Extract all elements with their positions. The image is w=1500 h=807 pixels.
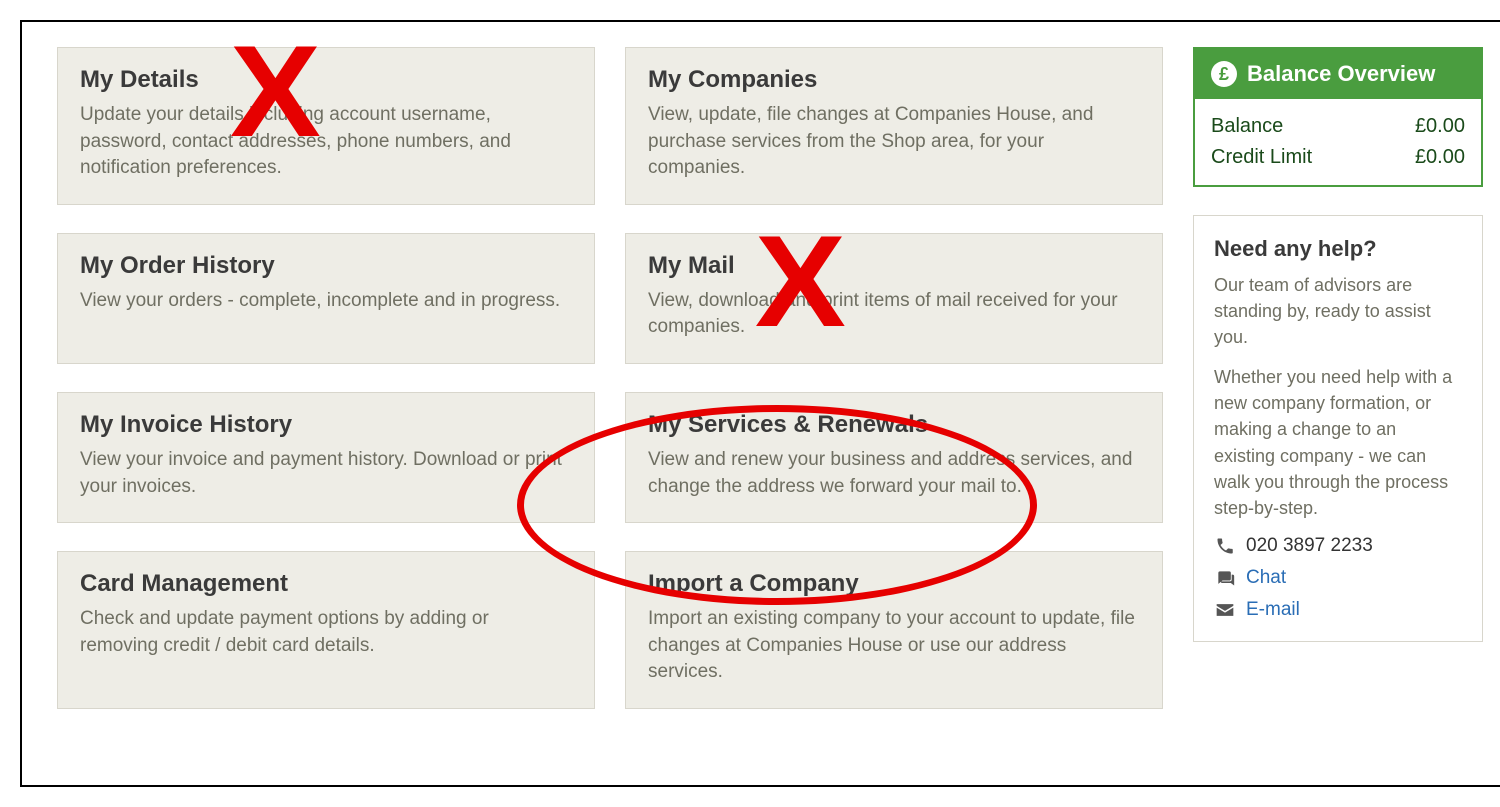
card-my-details[interactable]: My Details Update your details including… [57,47,595,205]
help-para: Our team of advisors are standing by, re… [1214,272,1462,350]
card-title: My Services & Renewals [648,411,1140,439]
card-my-services-renewals[interactable]: My Services & Renewals View and renew yo… [625,392,1163,523]
card-title: My Mail [648,252,1140,280]
card-desc: Check and update payment options by addi… [80,606,572,659]
balance-row: Credit Limit £0.00 [1211,142,1465,173]
phone-number: 020 3897 2233 [1246,535,1373,557]
phone-icon [1214,535,1236,557]
help-title: Need any help? [1214,236,1462,262]
balance-body: Balance £0.00 Credit Limit £0.00 [1195,99,1481,185]
card-desc: View your orders - complete, incomplete … [80,288,572,315]
main-layout: My Details Update your details including… [57,47,1483,709]
card-desc: View your invoice and payment history. D… [80,447,572,500]
card-desc: View, update, file changes at Companies … [648,102,1140,182]
help-email[interactable]: E-mail [1214,599,1462,621]
balance-overview-panel: £ Balance Overview Balance £0.00 Credit … [1193,47,1483,187]
card-title: Card Management [80,570,572,598]
card-title: My Companies [648,66,1140,94]
card-title: My Details [80,66,572,94]
balance-header: £ Balance Overview [1195,49,1481,99]
chat-icon [1214,567,1236,589]
sidebar: £ Balance Overview Balance £0.00 Credit … [1193,47,1483,709]
card-my-invoice-history[interactable]: My Invoice History View your invoice and… [57,392,595,523]
card-import-company[interactable]: Import a Company Import an existing comp… [625,551,1163,709]
card-title: Import a Company [648,570,1140,598]
card-desc: View, download and print items of mail r… [648,288,1140,341]
card-desc: View and renew your business and address… [648,447,1140,500]
credit-limit-label: Credit Limit [1211,146,1312,169]
card-my-order-history[interactable]: My Order History View your orders - comp… [57,233,595,364]
help-para: Whether you need help with a new company… [1214,364,1462,521]
email-link[interactable]: E-mail [1246,599,1300,621]
help-panel: Need any help? Our team of advisors are … [1193,215,1483,642]
card-title: My Order History [80,252,572,280]
card-desc: Update your details including account us… [80,102,572,182]
balance-value: £0.00 [1415,115,1465,138]
page-container: My Details Update your details including… [20,20,1500,787]
dashboard-cards-grid: My Details Update your details including… [57,47,1163,709]
help-chat[interactable]: Chat [1214,567,1462,589]
card-title: My Invoice History [80,411,572,439]
balance-label: Balance [1211,115,1283,138]
help-phone: 020 3897 2233 [1214,535,1462,557]
balance-row: Balance £0.00 [1211,111,1465,142]
card-my-companies[interactable]: My Companies View, update, file changes … [625,47,1163,205]
card-card-management[interactable]: Card Management Check and update payment… [57,551,595,709]
credit-limit-value: £0.00 [1415,146,1465,169]
email-icon [1214,599,1236,621]
card-desc: Import an existing company to your accou… [648,606,1140,686]
pound-circle-icon: £ [1211,61,1237,87]
balance-header-title: Balance Overview [1247,61,1435,87]
card-my-mail[interactable]: My Mail View, download and print items o… [625,233,1163,364]
chat-link[interactable]: Chat [1246,567,1286,589]
